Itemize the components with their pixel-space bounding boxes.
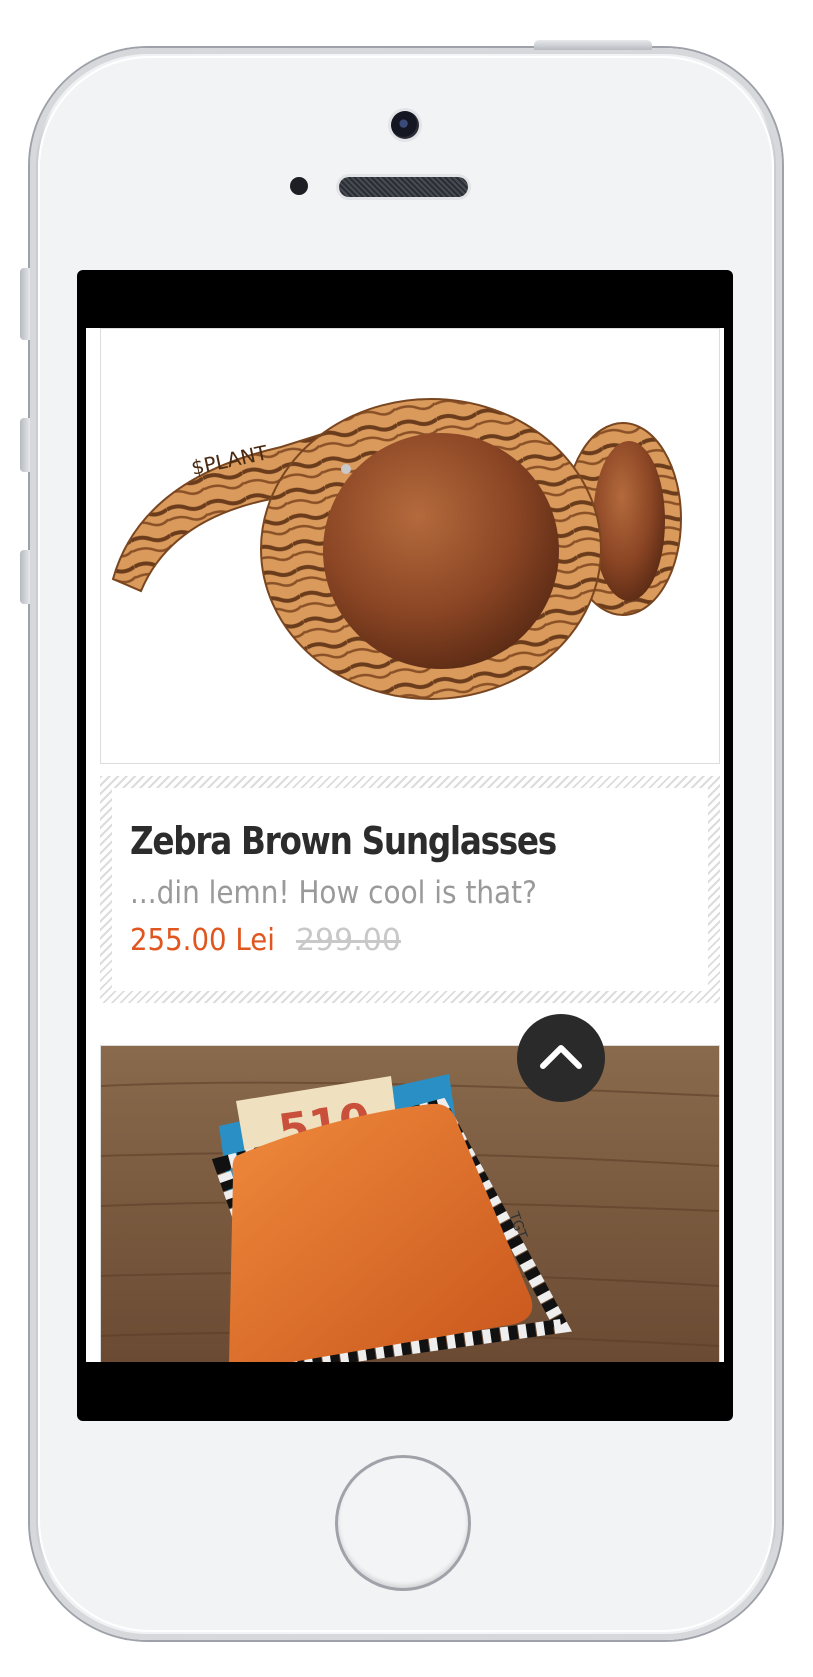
phone-screen: $PLANT Zebra Brown Sunglasses ...din lem… bbox=[77, 270, 733, 1421]
front-camera bbox=[391, 111, 419, 139]
chevron-up-icon bbox=[540, 1045, 582, 1069]
price-row: 255.00 Lei 299.00 bbox=[130, 918, 690, 964]
current-price: 255.00 Lei bbox=[130, 923, 275, 958]
sunglasses-illustration: $PLANT bbox=[111, 398, 682, 700]
home-button[interactable] bbox=[338, 1458, 468, 1588]
product-description: ...din lemn! How cool is that? bbox=[130, 875, 537, 911]
volume-down-button bbox=[20, 550, 30, 604]
old-price: 299.00 bbox=[295, 923, 401, 958]
wallet-illustration: 510 TGT bbox=[101, 1046, 719, 1362]
scroll-to-top-button[interactable] bbox=[517, 1014, 605, 1102]
mute-switch bbox=[20, 268, 30, 340]
earpiece-speaker bbox=[339, 177, 468, 197]
power-button bbox=[534, 40, 652, 50]
page-viewport: $PLANT Zebra Brown Sunglasses ...din lem… bbox=[86, 328, 724, 1362]
volume-up-button bbox=[20, 418, 30, 472]
product-info-card: Zebra Brown Sunglasses ...din lemn! How … bbox=[100, 776, 720, 1003]
product-title[interactable]: Zebra Brown Sunglasses bbox=[130, 816, 612, 866]
proximity-sensor bbox=[290, 177, 308, 195]
product-image[interactable]: $PLANT bbox=[100, 328, 720, 764]
next-product-image[interactable]: 510 TGT bbox=[100, 1045, 720, 1362]
